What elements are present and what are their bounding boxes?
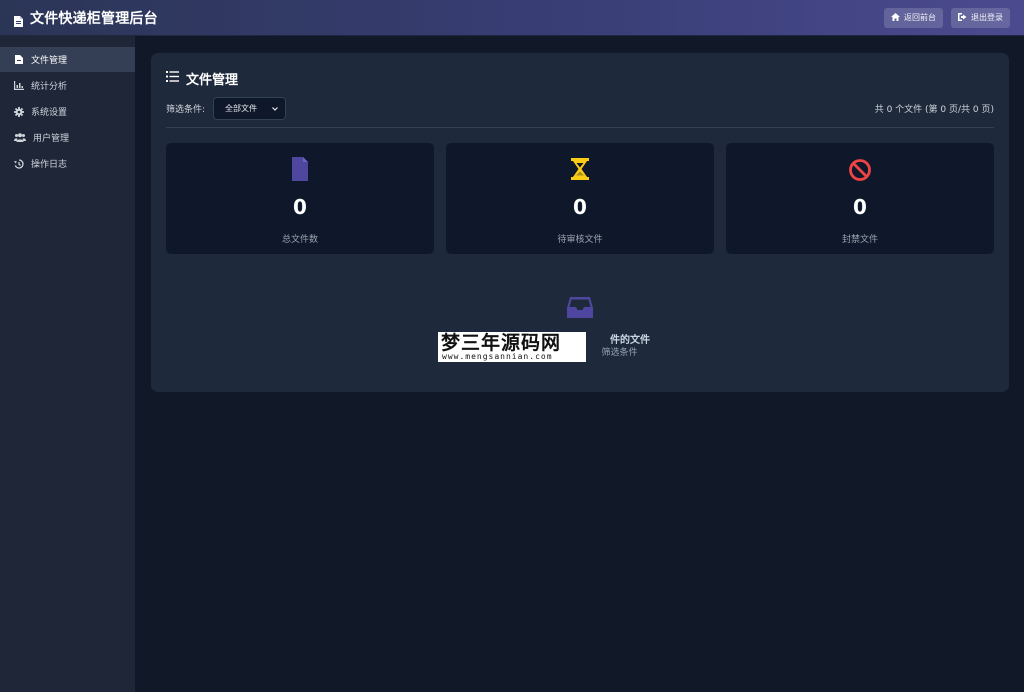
chevron-down-icon [272,104,278,113]
file-icon [14,12,23,27]
logout-label: 退出登录 [971,13,1003,22]
page-title: 文件管理 [166,69,238,88]
sidebar-item-settings[interactable]: 系统设置 [0,99,135,124]
stat-label: 待审核文件 [557,235,603,245]
filter-select[interactable]: 全部文件 [213,96,287,120]
filter-label: 筛选条件: [166,104,206,115]
divider [166,127,994,128]
ban-icon [849,157,871,181]
file-icon [14,55,24,65]
sidebar-item-users[interactable]: 用户管理 [0,125,135,150]
filter-row: 筛选条件: 全部文件 共 0 个文件 (第 0 页/共 0 页) [166,96,994,120]
stats-row: 0 总文件数 0 待审核文件 0 封禁文件 [166,143,994,254]
inbox-icon [566,293,594,321]
sidebar-item-label: 系统设置 [31,108,68,118]
list-icon [166,71,179,86]
sidebar-item-label: 用户管理 [33,134,70,144]
sidebar-item-logs[interactable]: 操作日志 [0,151,135,176]
logout-icon [958,12,967,23]
app-title: 文件快递柜管理后台 [30,10,158,27]
top-header: 文件快递柜管理后台 返回前台 退出登录 [0,0,1024,36]
logout-button[interactable]: 退出登录 [951,7,1010,28]
watermark-main-text: 梦三年源码网 [441,332,562,354]
back-to-front-label: 返回前台 [904,13,936,22]
stat-value: 0 [573,195,587,219]
chart-icon [14,81,24,91]
stat-card-banned: 0 封禁文件 [726,143,994,254]
watermark-sub-text: www.mengsannian.com [442,352,553,361]
stat-value: 0 [853,195,867,219]
watermark: 梦三年源码网 www.mengsannian.com [438,332,586,362]
gear-icon [14,106,24,117]
back-to-front-button[interactable]: 返回前台 [884,7,943,28]
sidebar-item-label: 文件管理 [31,56,68,66]
file-count-text: 共 0 个文件 (第 0 页/共 0 页) [874,104,994,115]
header-actions: 返回前台 退出登录 [884,7,1010,28]
users-icon [14,133,26,143]
sidebar-item-stats[interactable]: 统计分析 [0,73,135,98]
stat-card-pending: 0 待审核文件 [446,143,714,254]
stat-label: 封禁文件 [841,235,878,245]
hourglass-icon [569,157,591,181]
history-icon [14,158,24,169]
stat-label: 总文件数 [281,235,318,245]
brand: 文件快递柜管理后台 [14,8,158,28]
filter-selected-value: 全部文件 [225,103,258,113]
sidebar: 文件管理 统计分析 系统设置 用户管理 操作日志 [0,36,135,692]
stat-card-total: 0 总文件数 [166,143,434,254]
home-icon [891,12,900,23]
sidebar-item-files[interactable]: 文件管理 [0,47,135,72]
page-title-text: 文件管理 [186,73,239,88]
file-icon [289,157,311,181]
sidebar-item-label: 统计分析 [31,82,68,92]
sidebar-item-label: 操作日志 [31,160,68,170]
stat-value: 0 [293,195,307,219]
filter-group: 筛选条件: 全部文件 [166,96,287,120]
